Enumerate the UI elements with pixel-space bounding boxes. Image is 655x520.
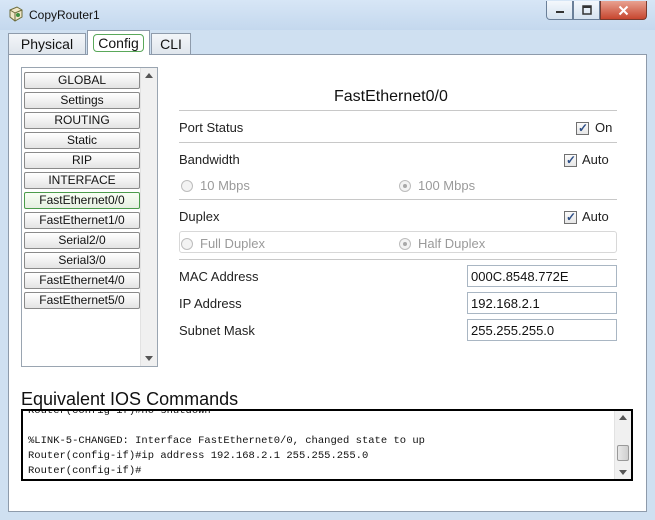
bandwidth-10mbps-radio[interactable] [181,180,193,192]
console-line: Router(config-if)#no shutdown [28,409,211,417]
bandwidth-10mbps-label: 10 Mbps [200,178,250,193]
config-panel: GLOBAL Settings ROUTING Static RIP INTER… [8,54,647,512]
ip-address-label: IP Address [179,296,242,311]
maximize-icon [581,5,592,15]
half-duplex-radio[interactable] [399,238,411,250]
divider [179,259,617,260]
port-status-on-label: On [595,120,613,135]
ios-commands-title: Equivalent IOS Commands [21,389,239,409]
nav-item-fastethernet1-0[interactable]: FastEthernet1/0 [24,212,140,229]
tab-cli[interactable]: CLI [151,33,191,55]
console-line: Router(config-if)#ip address 192.168.2.1… [28,450,369,462]
nav-routing-header[interactable]: ROUTING [24,112,140,129]
divider [179,110,617,111]
scroll-down-icon[interactable] [619,470,627,475]
nav-interface-header[interactable]: INTERFACE [24,172,140,189]
scroll-up-icon[interactable] [145,73,153,78]
nav-item-settings[interactable]: Settings [24,92,140,109]
bandwidth-auto-label: Auto [582,152,609,167]
duplex-auto-checkbox[interactable] [564,210,577,224]
tab-config[interactable]: Config [87,30,150,55]
minimize-icon [555,11,564,13]
nav-item-serial3-0[interactable]: Serial3/0 [24,252,140,269]
scroll-down-icon[interactable] [145,356,153,361]
window-title: CopyRouter1 [29,8,100,22]
close-button[interactable] [600,1,647,20]
router-app-icon [8,6,24,22]
minimize-button[interactable] [546,1,573,20]
nav-item-static[interactable]: Static [24,132,140,149]
full-duplex-radio[interactable] [181,238,193,250]
mac-address-label: MAC Address [179,269,259,284]
port-status-checkbox[interactable] [576,121,589,135]
bandwidth-auto-checkbox[interactable] [564,153,577,167]
bandwidth-label: Bandwidth [179,152,240,167]
nav-item-fastethernet0-0[interactable]: FastEthernet0/0 [24,192,140,209]
interface-title: FastEthernet0/0 [334,88,448,105]
nav-global-header[interactable]: GLOBAL [24,72,140,89]
console-scrollbar[interactable] [614,411,631,479]
maximize-button[interactable] [573,1,600,20]
subnet-mask-field[interactable] [467,319,617,341]
nav-item-fastethernet4-0[interactable]: FastEthernet4/0 [24,272,140,289]
port-status-label: Port Status [179,120,244,135]
tab-bar: Physical Config CLI [0,30,655,55]
ip-address-field[interactable] [467,292,617,314]
nav-item-rip[interactable]: RIP [24,152,140,169]
nav-scrollbar[interactable] [140,68,157,366]
console-line: %LINK-5-CHANGED: Interface FastEthernet0… [28,435,425,447]
title-bar: CopyRouter1 [0,0,655,30]
console-line: Router(config-if)# [28,465,142,477]
tab-config-label: Config [93,34,144,52]
subnet-mask-label: Subnet Mask [179,323,255,338]
half-duplex-label: Half Duplex [418,236,486,251]
console-scroll-thumb[interactable] [617,445,629,461]
duplex-label: Duplex [179,209,220,224]
close-icon [618,5,629,15]
divider [179,142,617,143]
bandwidth-100mbps-label: 100 Mbps [418,178,476,193]
config-nav-list: GLOBAL Settings ROUTING Static RIP INTER… [21,67,158,367]
nav-item-fastethernet5-0[interactable]: FastEthernet5/0 [24,292,140,309]
divider [179,199,617,200]
bandwidth-100mbps-radio[interactable] [399,180,411,192]
ios-commands-console[interactable]: Router(config-if)#no shutdown %LINK-5-CH… [21,409,633,481]
tab-physical[interactable]: Physical [8,33,86,55]
full-duplex-label: Full Duplex [200,236,266,251]
duplex-auto-label: Auto [582,209,609,224]
mac-address-field[interactable] [467,265,617,287]
nav-item-serial2-0[interactable]: Serial2/0 [24,232,140,249]
scroll-up-icon[interactable] [619,415,627,420]
